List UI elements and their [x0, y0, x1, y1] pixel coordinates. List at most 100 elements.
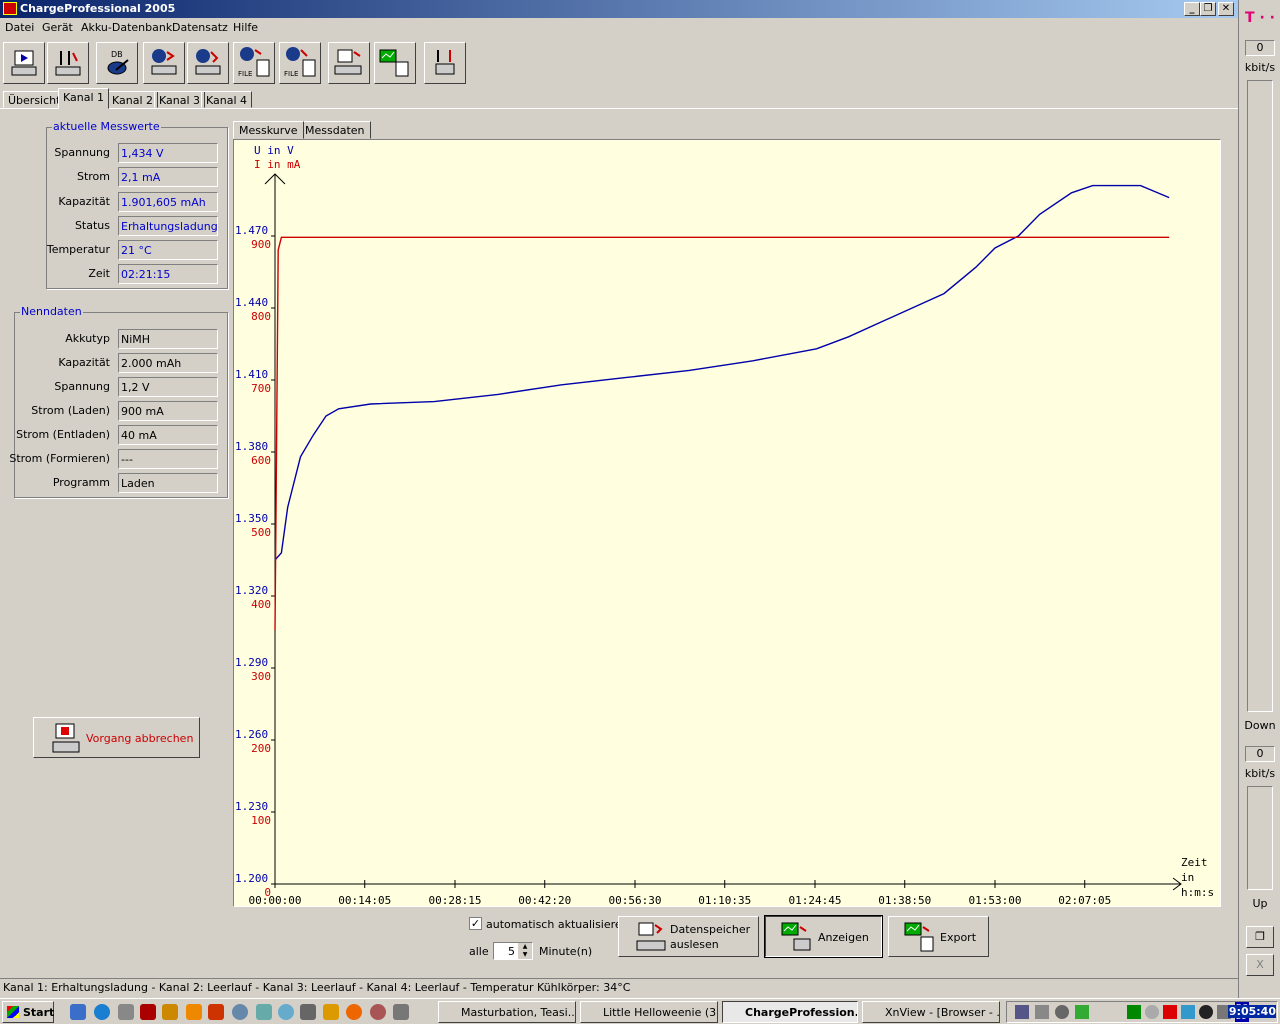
signal-tray-icon[interactable] — [1127, 1005, 1141, 1019]
monitor-tray-icon[interactable] — [1035, 1005, 1049, 1019]
x-tick-label: 01:53:00 — [969, 894, 1022, 906]
window-mode-button[interactable]: ❐ — [1246, 926, 1274, 948]
upload-rate-value: 0 — [1245, 746, 1275, 762]
menu-datensatz[interactable]: Datensatz — [172, 21, 228, 34]
media-tray-icon[interactable] — [1199, 1005, 1213, 1019]
current-tick-label: 500 — [251, 526, 271, 539]
taskbar-item-label: Masturbation, Teasi... — [461, 1006, 576, 1019]
save-icon[interactable] — [140, 1004, 156, 1020]
window-title: ChargeProfessional 2005 — [20, 2, 176, 15]
file-import-icon: FILE — [238, 47, 270, 78]
file-export-button[interactable]: FILE — [279, 42, 321, 84]
menu-hilfe[interactable]: Hilfe — [233, 21, 258, 34]
start-device-button[interactable] — [3, 42, 45, 84]
measurements-title: aktuelle Messwerte — [52, 120, 161, 133]
notepad-icon[interactable] — [118, 1004, 134, 1020]
search-icon[interactable] — [393, 1004, 409, 1020]
tab-kanal-2[interactable]: Kanal 2 — [107, 91, 159, 108]
voltage-tick-label: 1.350 — [235, 512, 268, 525]
chart-view-button[interactable] — [374, 42, 416, 84]
current-tick-label: 100 — [251, 814, 271, 827]
tools-icon[interactable] — [256, 1004, 272, 1020]
player-icon[interactable] — [370, 1004, 386, 1020]
menu-akku-datenbank[interactable]: Akku-Datenbank — [81, 21, 172, 34]
field-label: Strom (Formieren) — [9, 452, 110, 465]
rated-data-title: Nenndaten — [20, 305, 83, 318]
auto-update-checkbox[interactable]: ✓ — [469, 917, 482, 930]
menu-datei[interactable]: Datei — [5, 21, 34, 34]
voltage-value: 1,434 V — [118, 143, 218, 163]
firefox-icon[interactable] — [346, 1004, 362, 1020]
mail-icon[interactable] — [323, 1004, 339, 1020]
minimize-button[interactable]: _ — [1184, 2, 1200, 16]
status-bar: Kanal 1: Erhaltungsladung - Kanal 2: Lee… — [0, 978, 1238, 996]
tab-kanal-4[interactable]: Kanal 4 — [201, 91, 253, 108]
device-tools-button[interactable] — [424, 42, 466, 84]
play-device-icon — [11, 50, 37, 76]
menu-geraet[interactable]: Gerät — [42, 21, 73, 34]
current-tick-label: 700 — [251, 382, 271, 395]
export-button[interactable]: Export — [888, 916, 989, 957]
network-icon[interactable] — [232, 1004, 248, 1020]
tab-messkurve[interactable]: Messkurve — [233, 121, 304, 139]
up-label: Up — [1252, 897, 1268, 910]
folder-icon[interactable] — [186, 1004, 202, 1020]
start-button[interactable]: Start — [2, 1001, 54, 1023]
read-memory-button[interactable]: Datenspeicher auslesen — [618, 916, 759, 957]
taskbar-item-2[interactable]: Little Helloweenie (3... — [580, 1001, 718, 1023]
clock-tray-icon[interactable] — [1145, 1005, 1159, 1019]
db-to-device-button[interactable] — [143, 42, 185, 84]
x-tick-label: 00:28:15 — [429, 894, 482, 906]
taskbar-item-1[interactable]: Masturbation, Teasi... — [438, 1001, 576, 1023]
shield-tray-icon[interactable] — [1075, 1005, 1089, 1019]
antivirus-tray-icon[interactable] — [1163, 1005, 1177, 1019]
interval-value[interactable]: 5 — [508, 945, 515, 958]
temperature-value: 21 °C — [118, 240, 218, 260]
settings-icon[interactable] — [300, 1004, 316, 1020]
desktop-icon[interactable] — [70, 1004, 86, 1020]
tab-kanal-1[interactable]: Kanal 1 — [58, 88, 110, 109]
spinner-up-icon[interactable]: ▲ — [518, 943, 532, 951]
update-tray-icon[interactable] — [1181, 1005, 1195, 1019]
taskbar-item-3[interactable]: ChargeProfession... — [722, 1001, 858, 1023]
device-transfer-button[interactable] — [328, 42, 370, 84]
show-button[interactable]: Anzeigen — [764, 915, 883, 958]
current-tick-label: 400 — [251, 598, 271, 611]
browser-icon[interactable] — [94, 1004, 110, 1020]
device-to-db-button[interactable] — [187, 42, 229, 84]
media-icon[interactable] — [208, 1004, 224, 1020]
read-memory-line1: Datenspeicher — [670, 923, 751, 936]
telekom-logo: T · · — [1245, 10, 1275, 26]
system-tray: DO21 9:05:40 — [1006, 1001, 1278, 1023]
taskbar-item-4[interactable]: XnView - [Browser - ... — [862, 1001, 1000, 1023]
link-icon[interactable] — [162, 1004, 178, 1020]
close-button[interactable]: ✕ — [1218, 2, 1234, 16]
tab-uebersicht[interactable]: Übersicht — [3, 91, 66, 108]
tab-kanal-3[interactable]: Kanal 3 — [154, 91, 206, 108]
field-label: Strom (Entladen) — [16, 428, 110, 441]
device-settings-button[interactable] — [47, 42, 89, 84]
abort-label: Vorgang abbrechen — [86, 732, 194, 745]
close-meter-button[interactable]: X — [1246, 954, 1274, 976]
database-button[interactable]: DB — [96, 42, 138, 84]
network-tray-icon[interactable] — [1015, 1005, 1029, 1019]
file-export-icon: FILE — [284, 47, 316, 78]
maximize-button[interactable]: ❐ — [1200, 2, 1216, 16]
interval-spinner[interactable]: 5 ▲ ▼ — [493, 942, 533, 960]
rated-voltage-value: 1,2 V — [118, 377, 218, 397]
speaker-tray-icon[interactable] — [1055, 1005, 1069, 1019]
interval-prefix: alle — [469, 945, 489, 958]
voltage-tick-label: 1.290 — [235, 656, 268, 669]
x-tick-label: 01:10:35 — [698, 894, 751, 906]
current-series-line — [274, 236, 1170, 631]
current-axis-title: I in mA — [254, 158, 301, 171]
file-text-2: FILE — [284, 70, 298, 78]
tab-messdaten[interactable]: Messdaten — [299, 121, 371, 139]
abort-button[interactable]: Vorgang abbrechen — [33, 717, 200, 758]
current-value: 2,1 mA — [118, 167, 218, 187]
export-label: Export — [940, 931, 977, 944]
download-rate-value: 0 — [1245, 40, 1275, 56]
spinner-down-icon[interactable]: ▼ — [518, 951, 532, 959]
file-import-button[interactable]: FILE — [233, 42, 275, 84]
globe-icon[interactable] — [278, 1004, 294, 1020]
